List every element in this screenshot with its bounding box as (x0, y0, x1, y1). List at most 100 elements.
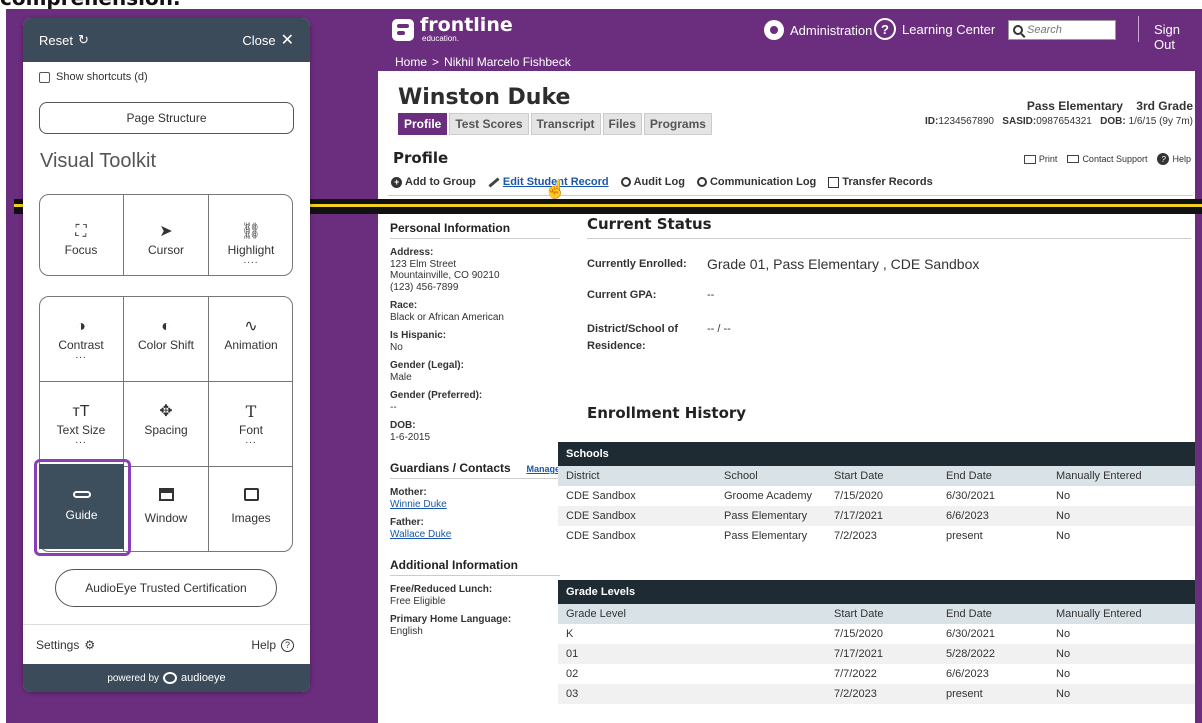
mother-link[interactable]: Winnie Duke (390, 499, 447, 510)
grade-name: 3rd Grade (1136, 99, 1193, 113)
table-row: CDE Sandbox Groome Academy 7/15/2020 6/3… (566, 490, 1071, 502)
grade-levels-table: Grade Levels Grade Level Start Date End … (558, 580, 1195, 704)
highlight-tool[interactable]: ⛓ Highlight .... (209, 221, 293, 266)
link-icon: ⛓ (240, 223, 262, 240)
brand-sub: education. (422, 34, 459, 43)
focus-icon: ⛶ (75, 223, 87, 240)
close-button[interactable]: Close ✕ (242, 30, 294, 50)
search-icon (696, 177, 707, 187)
checkbox-icon[interactable] (39, 71, 50, 83)
school-grade: Pass Elementary 3rd Grade (1027, 99, 1193, 113)
enrolled-row: Currently Enrolled: Grade 01, Pass Eleme… (587, 256, 980, 272)
grade-levels-header-row: Grade Level Start Date End Date Manually… (558, 604, 1195, 624)
administration-label: Administration (790, 22, 873, 38)
sign-out-link[interactable]: Sign Out (1154, 22, 1202, 52)
manage-guardians-link[interactable]: Manage (526, 464, 560, 474)
frontline-logo[interactable]: frontline education. (392, 16, 513, 43)
sasid-label: SASID: (1002, 116, 1037, 127)
transfer-records-button[interactable]: Transfer Records (828, 176, 933, 188)
table-row: 03 7/2/2023 present No (558, 684, 1195, 704)
cursor-tool[interactable]: ➤ Cursor (124, 221, 208, 257)
mother-field: Mother: Winnie Duke (390, 487, 447, 510)
more-dots: .... (243, 255, 259, 266)
app-frame-right (1195, 71, 1202, 723)
powered-by-audioeye[interactable]: powered by audioeye (23, 664, 310, 692)
text-size-tool[interactable]: ᴛT Text Size ... (39, 401, 123, 446)
actions-divider (388, 195, 1193, 196)
tab-transcript[interactable]: Transcript (530, 113, 601, 135)
tab-files[interactable]: Files (602, 113, 642, 135)
audioeye-logo-icon (163, 672, 178, 684)
help-link[interactable]: ? Help (1157, 153, 1191, 165)
add-to-group-button[interactable]: + Add to Group (391, 176, 476, 188)
show-shortcuts-toggle[interactable]: Show shortcuts (d) (23, 62, 310, 92)
column-header: School (716, 466, 826, 486)
residence-row: District/School of Residence: -- / -- (587, 323, 731, 352)
toolkit-topbar: Reset ↻ Close ✕ (23, 18, 310, 62)
column-header: Start Date (826, 604, 938, 624)
page-structure-button[interactable]: Page Structure (39, 102, 294, 134)
learning-center-label: Learning Center (902, 21, 996, 37)
tab-profile[interactable]: Profile (398, 113, 448, 135)
brand-name: frontline (420, 14, 513, 36)
student-name: Winston Duke (398, 85, 571, 110)
mail-icon (1067, 155, 1080, 163)
breadcrumb: Home > Nikhil Marcelo Fishbeck (395, 55, 571, 69)
search-icon[interactable] (1013, 25, 1023, 35)
column-header: District (558, 466, 716, 486)
color-shift-tool[interactable]: ◐ Color Shift (124, 316, 208, 352)
tab-programs[interactable]: Programs (643, 113, 712, 135)
student-tabs: Profile Test Scores Transcript Files Pro… (398, 113, 712, 135)
breadcrumb-home[interactable]: Home (395, 55, 427, 69)
trusted-certification-button[interactable]: AudioEye Trusted Certification (55, 569, 277, 607)
table-row: 02 7/7/2022 6/6/2023 No (566, 668, 1071, 680)
contact-support-link[interactable]: Contact Support (1067, 154, 1147, 164)
father-link[interactable]: Wallace Duke (390, 529, 451, 540)
table-row: CDE Sandbox Pass Elementary 7/2/2023 pre… (566, 530, 1071, 542)
schools-header-row: District School Start Date End Date Manu… (558, 466, 1195, 486)
gender-legal-field: Gender (Legal): Male (390, 360, 464, 383)
gear-icon (764, 20, 784, 40)
column-header: Manually Entered (1048, 466, 1195, 486)
window-tool[interactable]: Window (124, 488, 208, 525)
hand-pointer-icon: ☝ (544, 179, 567, 199)
gpa-row: Current GPA: -- (587, 289, 715, 301)
breadcrumb-current: Nikhil Marcelo Fishbeck (444, 55, 571, 69)
focus-tool[interactable]: ⛶ Focus (39, 221, 123, 257)
column-header: End Date (938, 466, 1048, 486)
animation-tool[interactable]: ∿ Animation (209, 316, 293, 352)
hispanic-field: Is Hispanic: No (390, 330, 447, 353)
tool-divider (39, 381, 293, 382)
visual-toolkit-panel: Reset ↻ Close ✕ Show shortcuts (d) Page St… (23, 18, 310, 692)
frontline-logo-icon (392, 18, 414, 41)
font-tool[interactable]: T Font ... (209, 401, 293, 446)
panel-footer-divider (23, 624, 310, 625)
spacing-icon: ✥ (159, 403, 173, 420)
learning-center-link[interactable]: ? Learning Center (874, 18, 995, 40)
audit-log-button[interactable]: Audit Log (620, 176, 685, 188)
gender-preferred-field: Gender (Preferred): -- (390, 390, 483, 413)
table-row: 01 7/17/2021 5/28/2022 No (558, 644, 1195, 664)
father-field: Father: Wallace Duke (390, 517, 452, 540)
pencil-icon (488, 176, 500, 188)
spacing-tool[interactable]: ✥ Spacing (124, 401, 208, 437)
help-button[interactable]: Help ? (251, 638, 294, 652)
print-link[interactable]: Print (1023, 154, 1057, 164)
schools-table: Schools District School Start Date End D… (558, 442, 1195, 546)
search-input[interactable] (1027, 24, 1107, 36)
reset-button[interactable]: Reset ↻ (39, 32, 89, 48)
tab-test-scores[interactable]: Test Scores (449, 113, 529, 135)
more-dots: ... (75, 435, 87, 446)
column-header: Start Date (826, 466, 938, 486)
images-tool[interactable]: Images (209, 488, 293, 525)
student-ids: ID:1234567890 SASID:0987654321 DOB: 1/6/… (925, 116, 1193, 127)
contrast-tool[interactable]: ◑ Contrast ... (39, 316, 123, 361)
visual-toolkit-title: Visual Toolkit (40, 150, 156, 172)
settings-button[interactable]: Settings ⚙ (36, 638, 95, 652)
administration-link[interactable]: Administration (764, 20, 872, 40)
profile-heading: Profile (393, 149, 449, 167)
cursor-icon: ➤ (159, 223, 173, 240)
dob-field: DOB: 1-6-2015 (390, 420, 431, 443)
communication-log-button[interactable]: Communication Log (696, 176, 816, 188)
more-dots: ... (75, 350, 87, 361)
